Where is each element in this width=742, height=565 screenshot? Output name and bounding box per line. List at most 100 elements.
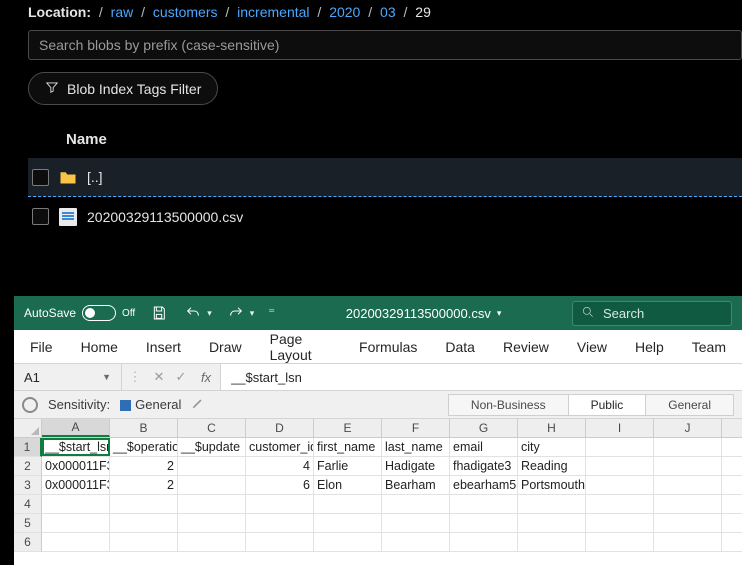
name-box[interactable]: A1 ▼ bbox=[14, 364, 122, 390]
cell[interactable] bbox=[110, 514, 178, 532]
cell[interactable]: fhadigate3 bbox=[450, 457, 518, 475]
blob-filter-button[interactable]: Blob Index Tags Filter bbox=[28, 72, 218, 105]
cell[interactable]: 2 bbox=[110, 476, 178, 494]
cell[interactable] bbox=[314, 495, 382, 513]
ribbon-tab[interactable]: Page Layout bbox=[270, 331, 331, 363]
cell[interactable]: email bbox=[450, 438, 518, 456]
cell[interactable]: __$start_lsn bbox=[42, 438, 110, 456]
cell[interactable] bbox=[654, 514, 722, 532]
chevron-down-icon[interactable]: ▾ bbox=[497, 308, 502, 319]
sensitivity-tab[interactable]: Non-Business bbox=[448, 394, 568, 416]
column-header[interactable]: D bbox=[246, 419, 314, 437]
tell-me-search[interactable] bbox=[572, 301, 732, 326]
cell[interactable] bbox=[450, 495, 518, 513]
ribbon-tab[interactable]: Data bbox=[445, 339, 475, 355]
cell[interactable]: __$update bbox=[178, 438, 246, 456]
cell[interactable]: Reading bbox=[518, 457, 586, 475]
breadcrumb-link[interactable]: incremental bbox=[237, 4, 309, 20]
cell[interactable]: __$operation bbox=[110, 438, 178, 456]
cell[interactable] bbox=[314, 514, 382, 532]
row-header[interactable]: 2 bbox=[14, 457, 42, 476]
cell[interactable] bbox=[42, 533, 110, 551]
cell[interactable]: Portsmouth bbox=[518, 476, 586, 494]
column-header[interactable]: E bbox=[314, 419, 382, 437]
cell[interactable] bbox=[246, 495, 314, 513]
cell[interactable]: Farlie bbox=[314, 457, 382, 475]
ribbon-tab[interactable]: View bbox=[577, 339, 607, 355]
cell[interactable] bbox=[654, 533, 722, 551]
ribbon-tab[interactable]: Insert bbox=[146, 339, 181, 355]
cell[interactable] bbox=[586, 476, 654, 494]
select-all-corner[interactable] bbox=[14, 419, 42, 437]
row-header[interactable]: 3 bbox=[14, 476, 42, 495]
column-header[interactable]: I bbox=[586, 419, 654, 437]
column-header[interactable]: A bbox=[42, 419, 110, 437]
cell[interactable] bbox=[450, 533, 518, 551]
cell[interactable] bbox=[246, 514, 314, 532]
ribbon-tab[interactable]: Team bbox=[692, 339, 726, 355]
column-header[interactable]: G bbox=[450, 419, 518, 437]
chevron-down-icon[interactable]: ▾ bbox=[250, 308, 255, 319]
row-header[interactable]: 4 bbox=[14, 495, 42, 514]
cell[interactable] bbox=[178, 495, 246, 513]
cell[interactable] bbox=[654, 457, 722, 475]
search-input[interactable] bbox=[28, 30, 742, 60]
row-header[interactable]: 1 bbox=[14, 438, 42, 457]
cell[interactable] bbox=[110, 495, 178, 513]
cell[interactable] bbox=[586, 457, 654, 475]
cell[interactable] bbox=[586, 514, 654, 532]
ribbon-tab[interactable]: Help bbox=[635, 339, 664, 355]
cell[interactable]: ebearham5 bbox=[450, 476, 518, 494]
fx-icon[interactable]: fx bbox=[192, 370, 220, 385]
cell[interactable] bbox=[382, 495, 450, 513]
column-header[interactable]: H bbox=[518, 419, 586, 437]
tell-me-input[interactable] bbox=[603, 306, 723, 321]
enter-icon[interactable]: ✓ bbox=[170, 369, 192, 385]
cell[interactable]: 6 bbox=[246, 476, 314, 494]
cell[interactable] bbox=[42, 514, 110, 532]
column-header[interactable]: F bbox=[382, 419, 450, 437]
cell[interactable] bbox=[518, 495, 586, 513]
row-header[interactable]: 6 bbox=[14, 533, 42, 552]
formula-input[interactable] bbox=[221, 364, 742, 390]
cell[interactable]: last_name bbox=[382, 438, 450, 456]
column-header[interactable]: J bbox=[654, 419, 722, 437]
cell[interactable] bbox=[382, 533, 450, 551]
cell[interactable] bbox=[654, 476, 722, 494]
cell[interactable]: Bearham bbox=[382, 476, 450, 494]
breadcrumb-link[interactable]: customers bbox=[153, 4, 218, 20]
cell[interactable] bbox=[586, 438, 654, 456]
cell[interactable]: Hadigate bbox=[382, 457, 450, 475]
sensitivity-tab[interactable]: Public bbox=[568, 394, 646, 416]
redo-icon[interactable] bbox=[226, 303, 246, 323]
cell[interactable] bbox=[586, 533, 654, 551]
cell[interactable]: 2 bbox=[110, 457, 178, 475]
ribbon-tab[interactable]: Review bbox=[503, 339, 549, 355]
sensitivity-tab[interactable]: General bbox=[645, 394, 734, 416]
ribbon-tab[interactable]: File bbox=[30, 339, 53, 355]
cell[interactable] bbox=[110, 533, 178, 551]
breadcrumb-link[interactable]: raw bbox=[111, 4, 134, 20]
cell[interactable]: city bbox=[518, 438, 586, 456]
cell[interactable]: Elon bbox=[314, 476, 382, 494]
cell[interactable] bbox=[246, 533, 314, 551]
cell[interactable] bbox=[518, 514, 586, 532]
cell[interactable] bbox=[518, 533, 586, 551]
cell[interactable]: customer_id bbox=[246, 438, 314, 456]
save-icon[interactable] bbox=[149, 303, 169, 323]
list-item[interactable]: [..] bbox=[28, 158, 742, 197]
qat-customize-icon[interactable]: ⁼ bbox=[268, 305, 275, 321]
cell[interactable]: 0x000011F3 bbox=[42, 457, 110, 475]
checkbox[interactable] bbox=[32, 208, 49, 225]
cell[interactable] bbox=[314, 533, 382, 551]
cell[interactable] bbox=[450, 514, 518, 532]
cell[interactable] bbox=[178, 476, 246, 494]
cancel-icon[interactable]: ✕ bbox=[148, 369, 170, 385]
undo-icon[interactable] bbox=[183, 303, 203, 323]
checkbox[interactable] bbox=[32, 169, 49, 186]
autosave-toggle[interactable]: AutoSave Off bbox=[24, 305, 135, 321]
cell[interactable] bbox=[654, 438, 722, 456]
cell[interactable]: 4 bbox=[246, 457, 314, 475]
cell[interactable] bbox=[178, 514, 246, 532]
breadcrumb-link[interactable]: 03 bbox=[380, 4, 396, 20]
